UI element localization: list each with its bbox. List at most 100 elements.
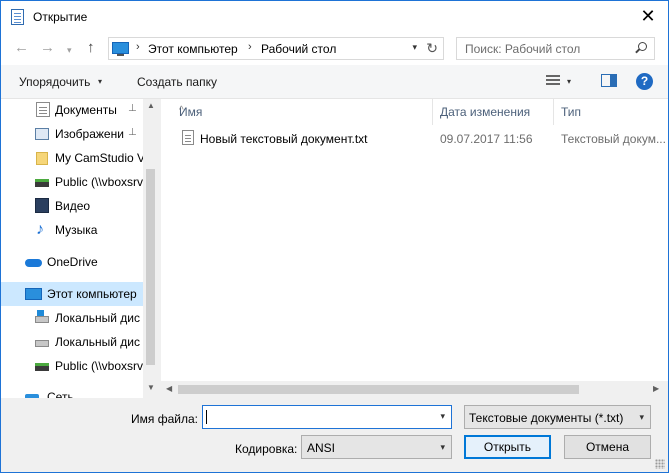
sidebar-item-videos[interactable]: Видео [1,194,143,218]
filename-field[interactable]: ▾ [202,405,452,429]
sidebar-item-music[interactable]: ♪ Музыка [1,218,143,242]
file-type-filter-value: Текстовые документы (*.txt) [469,411,624,425]
new-folder-button[interactable]: Создать папку [137,75,217,89]
sidebar-item-label: My CamStudio V [55,151,146,165]
encoding-select[interactable]: ANSI ▾ [301,435,452,459]
pin-icon: ⊥ [128,127,137,138]
sidebar-item-label: Public (\\vboxsrv [55,175,144,189]
sidebar-item-label: Локальный дис [55,335,140,349]
computer-icon [112,42,129,56]
breadcrumb-this-pc[interactable]: Этот компьютер [148,42,238,56]
scroll-left-icon[interactable]: ◀ [166,384,172,393]
chevron-right-icon[interactable]: › [248,41,252,53]
sidebar-item-camstudio[interactable]: My CamStudio V [1,146,146,170]
refresh-icon[interactable]: ↻ [426,40,438,57]
sidebar-item-label: Этот компьютер [47,287,137,301]
text-caret [206,410,207,424]
chevron-right-icon[interactable]: › [136,41,140,53]
view-options-icon[interactable] [546,75,560,87]
address-bar[interactable]: › Этот компьютер › Рабочий стол ▾ ↻ [108,37,444,60]
sidebar-item-label: Изображени [55,127,124,141]
recent-locations-icon[interactable]: ▾ [67,42,72,58]
close-button[interactable]: ✕ [638,7,658,27]
window-title: Открытие [33,10,88,24]
filename-label: Имя файла: [131,412,198,426]
help-icon[interactable]: ? [636,73,653,90]
cancel-button[interactable]: Отмена [564,435,651,459]
onedrive-icon [25,259,42,267]
windows-drive-icon [35,310,49,323]
search-input[interactable]: Поиск: Рабочий стол [456,37,655,60]
column-header-date[interactable]: Дата изменения [434,99,554,125]
sidebar-item-pictures[interactable]: Изображени ⊥ [1,122,143,146]
up-icon[interactable]: ↑ [87,40,95,56]
column-header-label: Имя [179,105,203,119]
scroll-up-icon[interactable]: ▲ [147,101,155,110]
computer-icon [25,288,42,300]
sidebar-item-public-share-2[interactable]: Public (\\vboxsrv [1,354,143,378]
open-file-dialog: Открытие ✕ ← → ▾ ↑ › Этот компьютер › Ра… [0,0,669,473]
breadcrumb-desktop[interactable]: Рабочий стол [261,42,336,56]
video-icon [35,198,49,213]
chevron-down-icon[interactable]: ▾ [440,442,445,453]
sidebar-scroll-thumb[interactable] [146,169,155,365]
sidebar-item-label: Музыка [55,223,98,237]
encoding-label: Кодировка: [235,442,298,456]
sidebar-item-local-disk-d[interactable]: Локальный дис [1,330,143,354]
sidebar-item-label: Локальный дис [55,311,140,325]
notepad-icon [11,9,24,25]
chevron-down-icon[interactable]: ▾ [639,412,644,423]
forward-icon[interactable]: → [40,40,55,56]
sidebar-item-local-disk-c[interactable]: Локальный дис [1,306,143,330]
file-name: Новый текстовый документ.txt [200,132,368,146]
resize-grip-icon[interactable] [655,459,665,469]
sidebar-item-label: Видео [55,199,91,213]
sidebar-item-label: Public (\\vboxsrv [55,359,144,373]
music-icon: ♪ [36,221,44,238]
title-bar: Открытие ✕ [1,1,668,32]
network-icon [25,394,39,398]
chevron-down-icon[interactable]: ▾ [98,77,102,86]
scroll-down-icon[interactable]: ▼ [147,383,155,392]
search-icon[interactable] [638,42,647,51]
back-icon[interactable]: ← [14,40,29,56]
sidebar-item-documents[interactable]: Документы ⊥ [1,99,143,122]
search-placeholder: Поиск: Рабочий стол [465,42,581,56]
sidebar-item-public-share[interactable]: Public (\\vboxsrv [1,170,143,194]
sidebar-item-network[interactable]: Сеть [1,385,143,398]
column-header-label: Дата изменения [440,105,531,119]
sidebar-item-onedrive[interactable]: OneDrive [1,250,143,274]
chevron-down-icon[interactable]: ▾ [567,77,571,86]
column-header-type[interactable]: Тип [555,99,668,125]
file-list: ^ Имя Дата изменения Тип Новый текстовый… [161,99,668,398]
file-type: Текстовый докум... [561,132,666,146]
column-header-label: Тип [561,105,582,119]
navigation-bar: ← → ▾ ↑ › Этот компьютер › Рабочий стол … [1,32,668,65]
pin-icon: ⊥ [128,103,137,114]
organize-button[interactable]: Упорядочить [19,75,90,89]
address-history-dropdown-icon[interactable]: ▾ [412,42,417,53]
documents-icon [36,102,50,117]
chevron-down-icon[interactable]: ▾ [440,411,445,422]
sidebar-scrollbar[interactable]: ▲ ▼ [143,99,158,398]
navigation-pane: Документы ⊥ Изображени ⊥ My CamStudio V … [1,99,158,398]
sidebar-item-this-pc[interactable]: Этот компьютер [1,282,143,306]
command-toolbar: Упорядочить ▾ Создать папку ▾ ? [1,65,668,99]
file-list-horizontal-scrollbar[interactable]: ◀ ▶ [161,381,668,398]
network-drive-icon [35,363,49,371]
horizontal-scroll-thumb[interactable] [178,385,579,394]
network-drive-icon [35,179,49,187]
sidebar-item-label: Сеть [47,390,74,398]
file-row[interactable]: Новый текстовый документ.txt 09.07.2017 … [161,127,668,149]
preview-pane-icon[interactable] [601,74,617,87]
scroll-right-icon[interactable]: ▶ [653,384,659,393]
text-file-icon [182,130,194,145]
encoding-value: ANSI [307,441,336,455]
file-date: 09.07.2017 11:56 [440,132,533,146]
file-type-filter-select[interactable]: Текстовые документы (*.txt) ▾ [464,405,651,429]
sidebar-item-label: Документы [55,103,117,117]
column-header-name[interactable]: ^ Имя [161,99,433,125]
open-button[interactable]: Открыть [464,435,551,459]
folder-icon [36,152,48,165]
sidebar-item-label: OneDrive [47,255,98,269]
